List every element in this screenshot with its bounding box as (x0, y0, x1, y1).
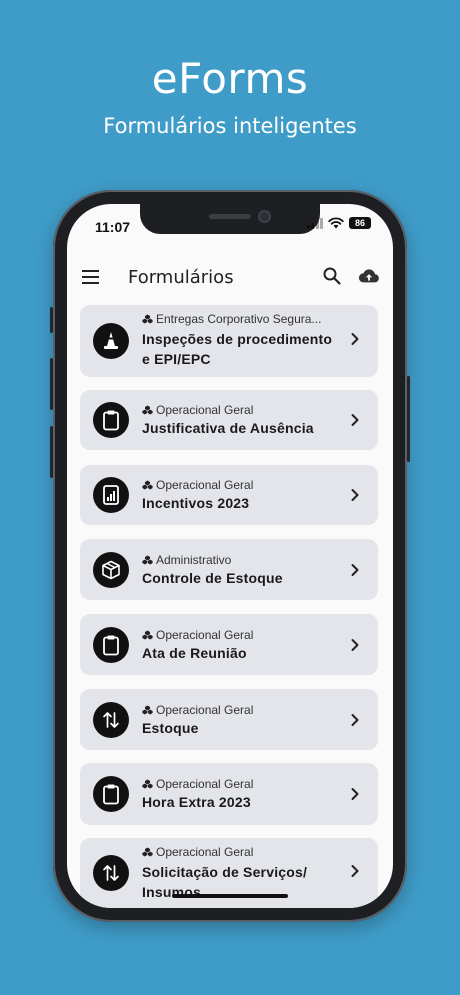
wifi-icon (328, 217, 344, 229)
form-category: Operacional Geral (142, 777, 340, 791)
form-category: Operacional Geral (142, 628, 340, 642)
form-title: Controle de Estoque (142, 569, 283, 586)
clipboard-icon (93, 776, 129, 812)
form-card[interactable]: Operacional Geral Incentivos 2023 (80, 465, 378, 525)
form-title: Justificativa de Ausência (142, 420, 314, 436)
form-category-label: Administrativo (156, 552, 232, 567)
battery-indicator: 86 (349, 217, 371, 229)
phone-frame: 11:07 86 Formulários Entregas Corporativ… (50, 190, 410, 922)
form-card[interactable]: Operacional Geral Hora Extra 2023 (80, 763, 378, 825)
cloud-upload-icon[interactable] (358, 266, 380, 286)
notch (140, 204, 320, 234)
category-icon (142, 779, 153, 789)
power-button (407, 376, 410, 462)
form-card[interactable]: Entregas Corporativo Segura... Inspeções … (80, 305, 378, 377)
chevron-right-icon (350, 488, 360, 502)
chevron-right-icon (350, 864, 360, 878)
category-icon (142, 847, 153, 857)
silent-switch (50, 307, 53, 333)
clipboard-icon (93, 402, 129, 438)
form-title: Inspeções de procedimento e EPI/EPC (142, 331, 333, 367)
category-icon (142, 405, 153, 415)
chevron-right-icon (350, 563, 360, 577)
hero-subtitle: Formulários inteligentes (103, 114, 357, 138)
menu-icon[interactable] (81, 268, 101, 286)
speaker (209, 214, 251, 219)
status-icons: 86 (306, 217, 371, 229)
chevron-right-icon (350, 713, 360, 727)
form-category-label: Operacional Geral (156, 403, 254, 417)
page-title: Formulários (128, 267, 234, 288)
status-time: 11:07 (95, 219, 131, 235)
home-indicator (172, 894, 288, 898)
volume-down-button (50, 426, 53, 478)
form-category-label: Operacional Geral (156, 845, 254, 859)
form-category-label: Operacional Geral (156, 627, 254, 642)
swap-arrows-icon (93, 855, 129, 891)
phone-screen: 11:07 86 Formulários Entregas Corporativ… (67, 204, 393, 908)
clipboard-icon (93, 626, 129, 663)
form-category: Operacional Geral (142, 478, 340, 492)
form-card[interactable]: Operacional Geral Ata de Reunião (80, 614, 378, 675)
traffic-cone-icon (93, 323, 129, 359)
form-card[interactable]: Administrativo Controle de Estoque (80, 539, 378, 600)
form-category: Operacional Geral (142, 703, 340, 717)
form-title: Hora Extra 2023 (142, 794, 251, 810)
front-camera (258, 210, 271, 223)
form-category-label: Operacional Geral (156, 777, 254, 791)
category-icon (142, 555, 153, 565)
chevron-right-icon (350, 638, 360, 652)
category-icon (142, 314, 153, 324)
form-card[interactable]: Operacional Geral Justificativa de Ausênc… (80, 390, 378, 450)
form-title: Ata de Reunião (142, 644, 247, 661)
form-category: Entregas Corporativo Segura... (142, 312, 340, 326)
chart-tablet-icon (93, 477, 129, 513)
form-category: Administrativo (142, 553, 340, 567)
category-icon (142, 705, 153, 715)
form-category-label: Entregas Corporativo Segura... (156, 312, 322, 326)
cellular-signal-icon (306, 217, 323, 229)
category-icon (142, 630, 153, 640)
category-icon (142, 480, 153, 490)
search-icon[interactable] (322, 266, 342, 286)
form-category: Operacional Geral (142, 845, 340, 859)
form-category-label: Operacional Geral (156, 702, 254, 717)
volume-up-button (50, 358, 53, 410)
form-title: Incentivos 2023 (142, 495, 250, 511)
chevron-right-icon (350, 413, 360, 427)
form-card[interactable]: Operacional Geral Estoque (80, 689, 378, 750)
chevron-right-icon (350, 787, 360, 801)
hero-title: eForms (151, 54, 309, 103)
swap-arrows-icon (93, 701, 129, 738)
form-category-label: Operacional Geral (156, 478, 254, 492)
form-category: Operacional Geral (142, 403, 340, 417)
app-bar: Formulários (67, 254, 393, 302)
chevron-right-icon (350, 332, 360, 346)
form-title: Estoque (142, 719, 199, 736)
box-icon (93, 551, 129, 588)
